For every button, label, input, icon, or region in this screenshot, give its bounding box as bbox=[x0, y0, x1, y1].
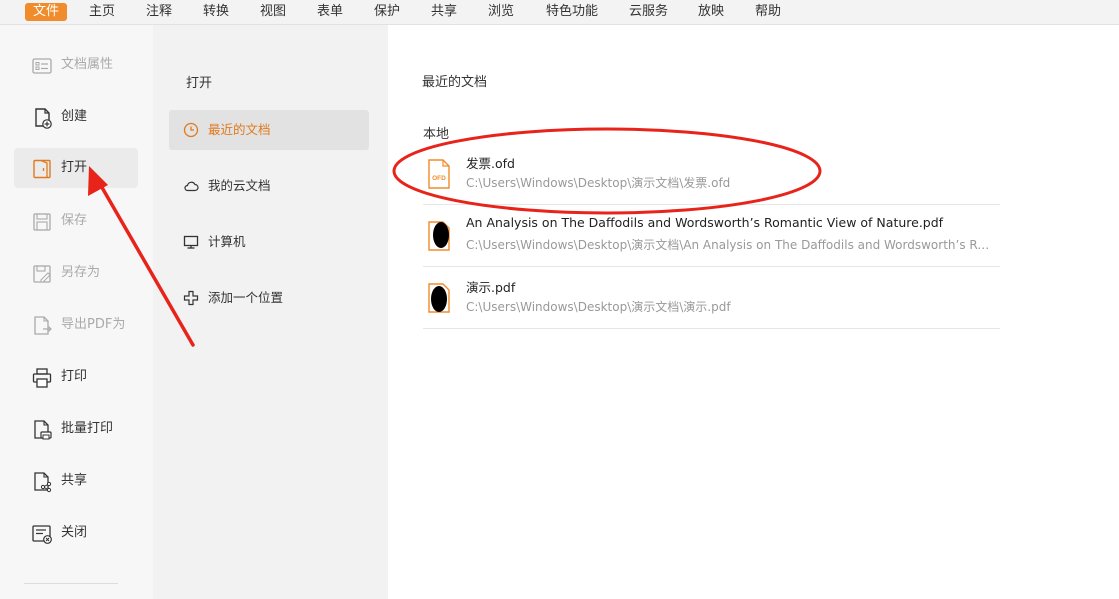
menu-annotate[interactable]: 注释 bbox=[146, 4, 172, 20]
sidebar-item-save-as[interactable]: 另存为 bbox=[14, 253, 138, 293]
pdf-file-icon bbox=[428, 221, 450, 251]
menu-home[interactable]: 主页 bbox=[89, 4, 115, 20]
menu-slideshow[interactable]: 放映 bbox=[698, 4, 724, 20]
menu-file[interactable]: 文件 bbox=[25, 3, 68, 21]
sidebar-item-label: 另存为 bbox=[61, 265, 101, 280]
sidebar-item-document-properties[interactable]: 文档属性 bbox=[14, 45, 138, 85]
menu-features[interactable]: 特色功能 bbox=[546, 4, 598, 20]
location-label: 我的云文档 bbox=[208, 178, 271, 193]
sidebar-item-open[interactable]: 打开 bbox=[14, 148, 138, 188]
panel-title: 打开 bbox=[186, 76, 213, 91]
sidebar-item-label: 打印 bbox=[61, 369, 88, 384]
ofd-icon-text: OFD bbox=[432, 175, 446, 182]
recent-file-row[interactable]: OFD 发票.ofd C:\Users\Windows\Desktop\演示文档… bbox=[423, 144, 1000, 205]
location-label: 添加一个位置 bbox=[208, 290, 284, 305]
sidebar-item-close[interactable]: 关闭 bbox=[14, 513, 138, 553]
sidebar-item-print[interactable]: 打印 bbox=[14, 357, 138, 397]
recent-file-row[interactable]: 演示.pdf C:\Users\Windows\Desktop\演示文档\演示.… bbox=[423, 268, 1000, 329]
file-name: 演示.pdf bbox=[466, 280, 516, 295]
printer-icon bbox=[32, 368, 52, 388]
location-recent-documents[interactable]: 最近的文档 bbox=[169, 110, 369, 150]
plus-icon bbox=[183, 290, 199, 306]
location-label: 计算机 bbox=[208, 234, 246, 249]
ofd-file-icon: OFD bbox=[428, 159, 450, 189]
sidebar-item-save[interactable]: 保存 bbox=[14, 201, 138, 241]
create-document-icon bbox=[35, 108, 52, 129]
file-path: C:\Users\Windows\Desktop\演示文档\An Analysi… bbox=[466, 238, 991, 252]
menu-convert[interactable]: 转换 bbox=[203, 4, 229, 20]
cloud-icon bbox=[184, 181, 199, 192]
sidebar-item-create[interactable]: 创建 bbox=[14, 97, 138, 137]
menu-view[interactable]: 视图 bbox=[260, 4, 286, 20]
document-properties-icon bbox=[32, 58, 52, 74]
file-path: C:\Users\Windows\Desktop\演示文档\演示.pdf bbox=[466, 300, 731, 314]
open-locations-panel: 打开 最近的文档 我的云文档 计算机 添加一个位置 bbox=[153, 25, 388, 599]
menu-protect[interactable]: 保护 bbox=[374, 4, 400, 20]
menu-browse[interactable]: 浏览 bbox=[488, 4, 514, 20]
menu-help[interactable]: 帮助 bbox=[755, 4, 781, 20]
sidebar-item-label: 批量打印 bbox=[61, 421, 114, 436]
sidebar-item-label: 打开 bbox=[61, 160, 88, 175]
save-as-icon bbox=[33, 265, 51, 283]
sidebar-item-label: 创建 bbox=[61, 109, 88, 124]
computer-icon bbox=[183, 235, 199, 249]
menu-cloud[interactable]: 云服务 bbox=[629, 4, 668, 20]
clock-icon bbox=[183, 122, 199, 138]
menu-bar: 文件 主页 注释 转换 视图 表单 保护 共享 浏览 特色功能 云服务 放映 帮… bbox=[0, 0, 1119, 25]
file-path: C:\Users\Windows\Desktop\演示文档\发票.ofd bbox=[466, 176, 731, 190]
menu-share[interactable]: 共享 bbox=[431, 4, 457, 20]
file-name: 发票.ofd bbox=[466, 156, 515, 171]
sidebar-item-export-pdf[interactable]: 导出PDF为 bbox=[14, 305, 138, 345]
sidebar-item-label: 共享 bbox=[61, 473, 88, 488]
sidebar-divider bbox=[24, 583, 118, 584]
file-menu-sidebar: 文档属性 创建 打开 保存 另存为 导出PDF为 打印 批量打印 共享 关闭 bbox=[0, 25, 153, 599]
pdf-file-icon bbox=[428, 283, 450, 313]
location-add-place[interactable]: 添加一个位置 bbox=[169, 278, 369, 318]
sidebar-item-label: 关闭 bbox=[61, 525, 88, 540]
location-computer[interactable]: 计算机 bbox=[169, 222, 369, 262]
location-label: 最近的文档 bbox=[208, 122, 271, 137]
sidebar-item-label: 导出PDF为 bbox=[61, 317, 126, 332]
open-folder-icon bbox=[33, 159, 51, 179]
sidebar-item-label: 保存 bbox=[61, 213, 88, 228]
section-local-heading: 本地 bbox=[423, 127, 450, 142]
sidebar-item-batch-print[interactable]: 批量打印 bbox=[14, 409, 138, 449]
export-pdf-icon bbox=[34, 316, 52, 335]
recent-documents-title: 最近的文档 bbox=[422, 75, 488, 90]
sidebar-item-label: 文档属性 bbox=[61, 57, 114, 72]
file-name: An Analysis on The Daffodils and Wordswo… bbox=[466, 215, 944, 230]
save-icon bbox=[33, 213, 51, 231]
menu-form[interactable]: 表单 bbox=[317, 4, 343, 20]
batch-print-icon bbox=[34, 420, 52, 440]
share-icon bbox=[34, 472, 52, 493]
location-cloud-documents[interactable]: 我的云文档 bbox=[169, 166, 369, 206]
sidebar-item-share[interactable]: 共享 bbox=[14, 461, 138, 501]
close-document-icon bbox=[32, 525, 52, 544]
recent-file-row[interactable]: An Analysis on The Daffodils and Wordswo… bbox=[423, 206, 1000, 267]
